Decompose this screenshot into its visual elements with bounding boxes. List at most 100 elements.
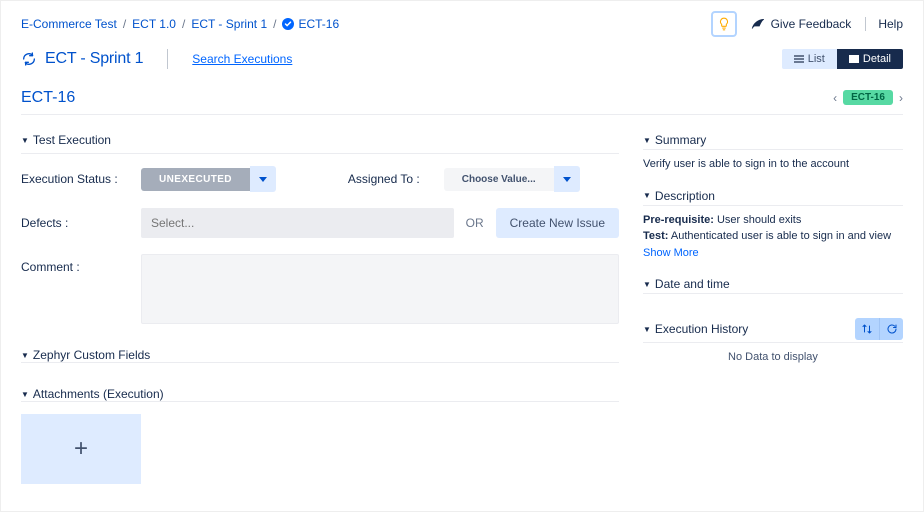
chevron-down-icon: ▼ xyxy=(21,351,29,360)
breadcrumb-item-1[interactable]: E-Commerce Test xyxy=(21,17,117,31)
prereq-label: Pre-requisite: xyxy=(643,214,714,226)
section-summary-label: Summary xyxy=(655,133,706,147)
issue-key[interactable]: ECT-16 xyxy=(21,89,75,107)
section-attachments[interactable]: ▼ Attachments (Execution) xyxy=(21,387,619,401)
issue-key-row: ECT-16 ‹ ECT-16 › xyxy=(21,81,903,115)
section-history: ▼ Execution History No Data to display xyxy=(643,318,903,371)
list-icon xyxy=(794,55,804,63)
summary-text: Verify user is able to sign in to the ac… xyxy=(643,150,903,175)
exec-status-value: UNEXECUTED xyxy=(141,168,250,191)
section-test-execution-label: Test Execution xyxy=(33,133,111,147)
title-left: ECT - Sprint 1 Search Executions xyxy=(21,49,292,69)
test-label: Test: xyxy=(643,230,668,242)
section-datetime-label: Date and time xyxy=(655,277,730,291)
or-text: OR xyxy=(466,216,484,230)
section-zephyr-custom[interactable]: ▼ Zephyr Custom Fields xyxy=(21,348,619,362)
history-refresh-button[interactable] xyxy=(879,318,903,340)
chevron-down-icon: ▼ xyxy=(643,136,651,145)
give-feedback-link[interactable]: Give Feedback xyxy=(751,17,852,31)
chevron-down-icon: ▼ xyxy=(643,280,651,289)
row-defects: Defects : OR Create New Issue xyxy=(21,208,619,238)
prereq-value: User should exits xyxy=(714,214,801,226)
breadcrumb-item-2[interactable]: ECT 1.0 xyxy=(132,17,176,31)
breadcrumb-current-text: ECT-16 xyxy=(298,17,339,31)
comment-input[interactable] xyxy=(141,254,619,324)
assigned-to-value: Choose Value... xyxy=(444,168,554,191)
section-description-label: Description xyxy=(655,189,715,203)
exec-status-label: Execution Status : xyxy=(21,172,129,186)
defects-label: Defects : xyxy=(21,216,129,230)
detail-view-button[interactable]: Detail xyxy=(837,49,903,69)
list-view-label: List xyxy=(808,53,825,65)
detail-icon xyxy=(849,55,859,63)
chevron-down-icon: ▼ xyxy=(21,136,29,145)
chevron-down-icon: ▼ xyxy=(21,390,29,399)
section-history-label: Execution History xyxy=(655,322,748,336)
issue-badge[interactable]: ECT-16 xyxy=(843,90,893,105)
divider xyxy=(21,153,619,154)
test-value: Authenticated user is able to sign in an… xyxy=(668,230,891,242)
history-actions xyxy=(855,318,903,340)
assigned-to-label: Assigned To : xyxy=(348,172,420,186)
breadcrumb-sep: / xyxy=(273,17,276,31)
breadcrumb: E-Commerce Test / ECT 1.0 / ECT - Sprint… xyxy=(21,17,339,31)
section-datetime: ▼ Date and time xyxy=(643,277,903,294)
body: ▼ Test Execution Execution Status : UNEX… xyxy=(21,133,903,484)
section-description-toggle[interactable]: ▼ Description xyxy=(643,189,715,203)
section-history-toggle[interactable]: ▼ Execution History xyxy=(643,322,748,336)
exec-status-dropdown[interactable] xyxy=(250,166,276,192)
section-datetime-toggle[interactable]: ▼ Date and time xyxy=(643,277,730,291)
list-view-button[interactable]: List xyxy=(782,49,837,69)
divider xyxy=(21,401,619,402)
next-issue-button[interactable]: › xyxy=(899,91,903,105)
refresh-icon xyxy=(886,323,898,335)
defects-input[interactable] xyxy=(141,208,454,238)
breadcrumb-sep: / xyxy=(182,17,185,31)
title-row: ECT - Sprint 1 Search Executions List De… xyxy=(21,41,903,77)
section-attachments-label: Attachments (Execution) xyxy=(33,387,164,401)
breadcrumb-item-3[interactable]: ECT - Sprint 1 xyxy=(191,17,267,31)
lightbulb-icon xyxy=(717,17,731,31)
sprint-title[interactable]: ECT - Sprint 1 xyxy=(45,50,143,68)
hints-button[interactable] xyxy=(711,11,737,37)
exec-status-select[interactable]: UNEXECUTED xyxy=(141,166,276,192)
section-zephyr-custom-label: Zephyr Custom Fields xyxy=(33,348,150,362)
prev-issue-button[interactable]: ‹ xyxy=(833,91,837,105)
cycle-icon xyxy=(21,51,37,67)
row-exec-status: Execution Status : UNEXECUTED Assigned T… xyxy=(21,166,619,192)
right-column: ▼ Summary Verify user is able to sign in… xyxy=(643,133,903,484)
breadcrumb-current: ECT-16 xyxy=(282,17,339,31)
divider xyxy=(167,49,168,69)
left-column: ▼ Test Execution Execution Status : UNEX… xyxy=(21,133,643,484)
help-link[interactable]: Help xyxy=(865,17,903,31)
topbar: E-Commerce Test / ECT 1.0 / ECT - Sprint… xyxy=(21,1,903,41)
section-summary-toggle[interactable]: ▼ Summary xyxy=(643,133,706,147)
row-comment: Comment : xyxy=(21,254,619,324)
search-executions-link[interactable]: Search Executions xyxy=(192,52,292,66)
assigned-to-select[interactable]: Choose Value... xyxy=(444,166,580,192)
breadcrumb-sep: / xyxy=(123,17,126,31)
create-new-issue-button[interactable]: Create New Issue xyxy=(496,208,619,238)
view-toggle: List Detail xyxy=(782,49,903,69)
feather-icon xyxy=(751,18,765,30)
chevron-down-icon: ▼ xyxy=(643,325,651,334)
history-empty: No Data to display xyxy=(643,343,903,371)
issue-nav: ‹ ECT-16 › xyxy=(833,90,903,105)
show-more-link[interactable]: Show More xyxy=(643,247,699,259)
check-circle-icon xyxy=(282,18,294,30)
chevron-down-icon: ▼ xyxy=(643,191,651,200)
topbar-right: Give Feedback Help xyxy=(711,11,903,37)
plus-icon: + xyxy=(74,435,88,463)
app-root: E-Commerce Test / ECT 1.0 / ECT - Sprint… xyxy=(0,0,924,512)
comment-label: Comment : xyxy=(21,254,129,274)
sort-icon xyxy=(861,323,873,335)
assigned-to-dropdown[interactable] xyxy=(554,166,580,192)
give-feedback-label: Give Feedback xyxy=(771,17,852,31)
add-attachment-button[interactable]: + xyxy=(21,414,141,484)
chevron-down-icon xyxy=(259,177,267,182)
detail-view-label: Detail xyxy=(863,53,891,65)
divider xyxy=(21,362,619,363)
history-sort-button[interactable] xyxy=(855,318,879,340)
section-test-execution[interactable]: ▼ Test Execution xyxy=(21,133,619,147)
section-description: ▼ Description Pre-requisite: User should… xyxy=(643,189,903,264)
